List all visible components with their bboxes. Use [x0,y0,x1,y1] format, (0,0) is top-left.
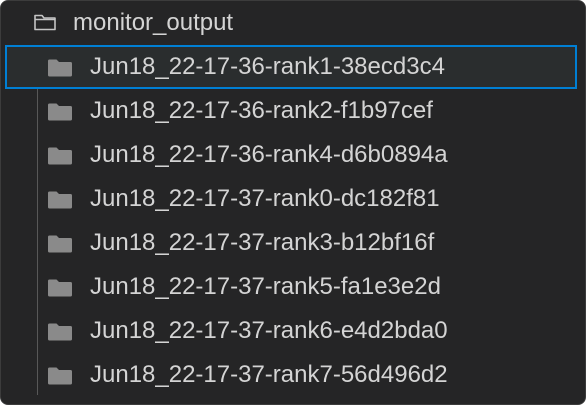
file-explorer-panel: monitor_output Jun18_22-17-36-rank1-38ec… [0,0,586,405]
folder-row[interactable]: Jun18_22-17-37-rank7-56d496d2 [1,353,585,397]
folder-row[interactable]: Jun18_22-17-37-rank6-e4d2bda0 [1,309,585,353]
folder-label: Jun18_22-17-37-rank3-b12bf16f [90,229,435,256]
folder-label: Jun18_22-17-36-rank1-38ecd3c4 [90,53,445,80]
folder-icon [48,367,72,385]
root-folder-row[interactable]: monitor_output [1,1,585,43]
folder-icon [48,323,72,341]
folder-label: Jun18_22-17-37-rank0-dc182f81 [90,185,440,212]
folder-label: Jun18_22-17-36-rank4-d6b0894a [90,141,448,168]
folder-row[interactable]: Jun18_22-17-36-rank4-d6b0894a [1,133,585,177]
folder-icon [48,191,72,209]
folder-icon [48,279,72,297]
folder-icon [48,147,72,165]
folder-row[interactable]: Jun18_22-17-36-rank2-f1b97cef [1,89,585,133]
root-folder-label: monitor_output [73,9,234,36]
folder-icon [48,59,72,77]
folder-label: Jun18_22-17-37-rank5-fa1e3e2d [90,273,441,300]
folder-row[interactable]: Jun18_22-17-37-rank5-fa1e3e2d [1,265,585,309]
folder-row[interactable]: Jun18_22-17-36-rank1-38ecd3c4 [5,45,577,89]
folder-row[interactable]: Jun18_22-17-37-rank3-b12bf16f [1,221,585,265]
folder-label: Jun18_22-17-37-rank7-56d496d2 [90,361,448,388]
folder-icon [48,235,72,253]
folder-icon [48,103,72,121]
folder-outline-icon [34,14,56,31]
folder-row[interactable]: Jun18_22-17-37-rank0-dc182f81 [1,177,585,221]
folder-label: Jun18_22-17-37-rank6-e4d2bda0 [90,317,448,344]
folder-label: Jun18_22-17-36-rank2-f1b97cef [90,97,433,124]
